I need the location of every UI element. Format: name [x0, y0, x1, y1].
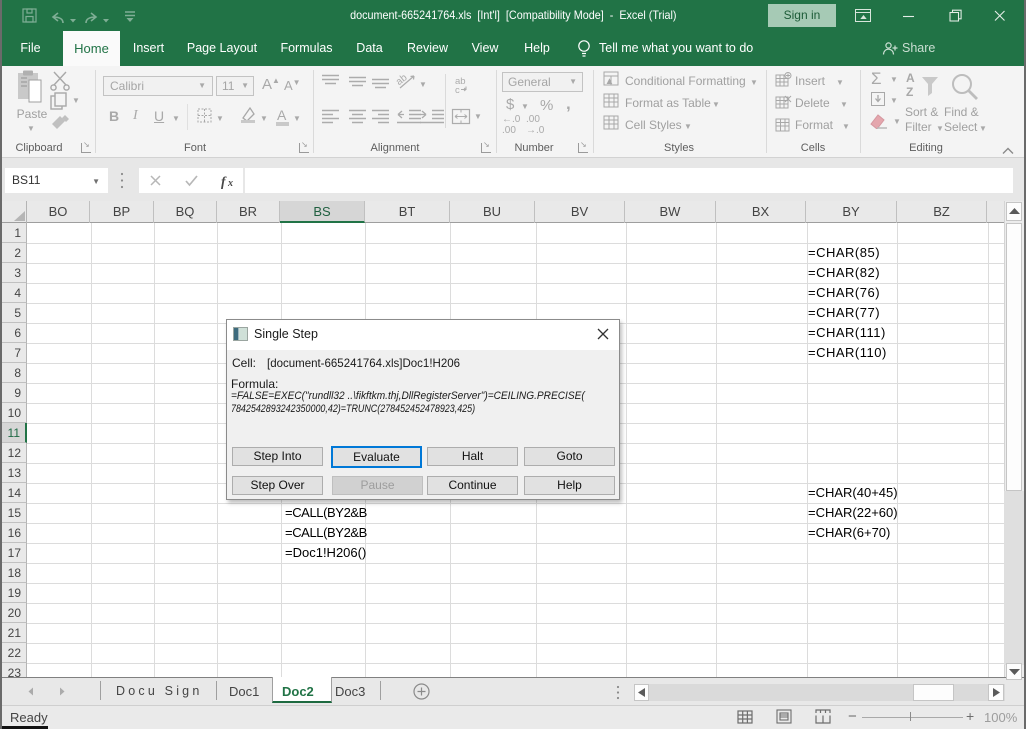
- svg-text:Z: Z: [906, 85, 913, 99]
- svg-text:x: x: [227, 178, 233, 189]
- svg-text:▲: ▲: [606, 79, 613, 86]
- svg-text:c: c: [455, 85, 460, 96]
- svg-text:A: A: [906, 71, 915, 85]
- svg-text:f: f: [221, 174, 227, 189]
- svg-text:ab: ab: [394, 72, 410, 88]
